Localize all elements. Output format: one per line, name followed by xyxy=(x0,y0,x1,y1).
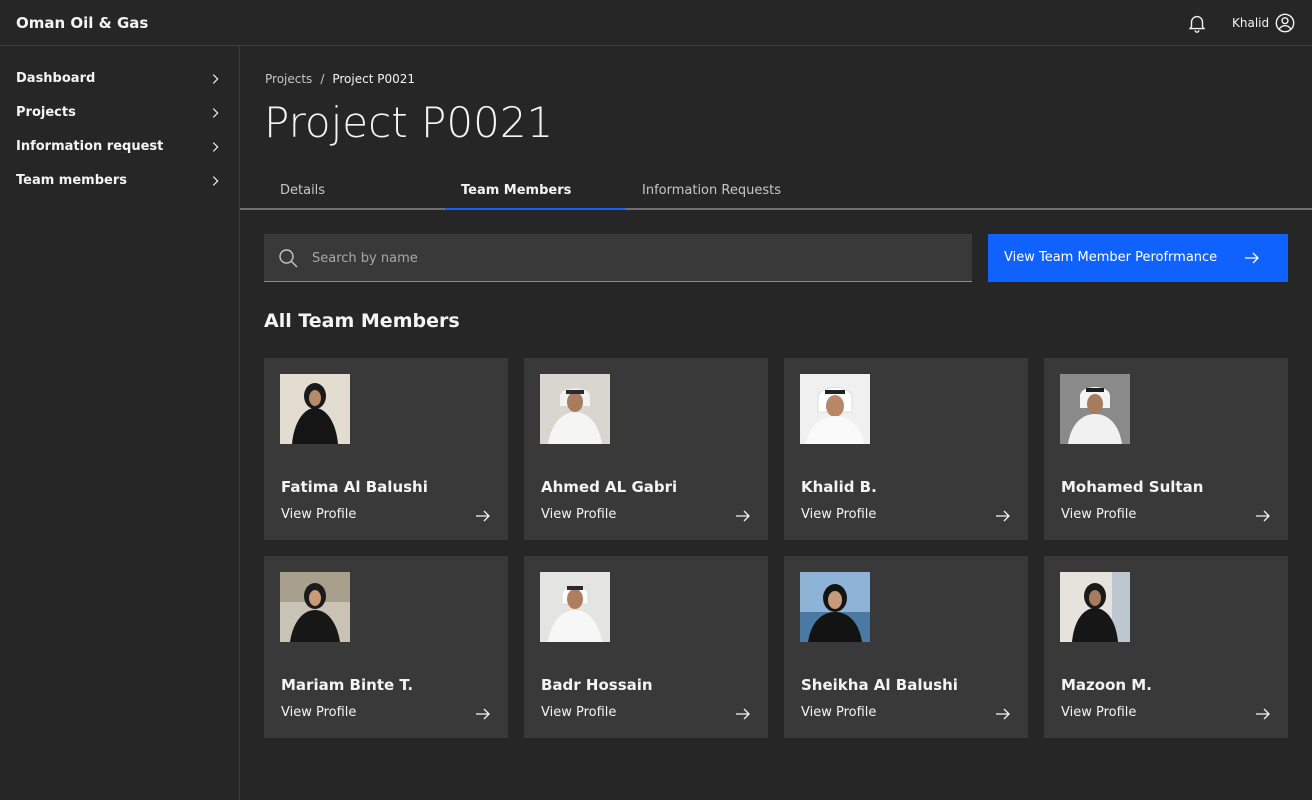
breadcrumb: Projects / Project P0021 xyxy=(265,72,415,86)
arrow-right-icon xyxy=(476,708,490,720)
page-title: Project P0021 xyxy=(264,98,554,147)
breadcrumb-current: Project P0021 xyxy=(332,72,416,86)
arrow-right-icon xyxy=(996,510,1010,522)
member-name: Fatima Al Balushi xyxy=(281,478,428,496)
member-name: Badr Hossain xyxy=(541,676,653,694)
sidebar-item-team-members[interactable]: Team members xyxy=(0,164,239,198)
view-profile-link[interactable]: View Profile xyxy=(541,705,616,720)
view-profile-link[interactable]: View Profile xyxy=(281,507,356,522)
view-team-member-performance-button[interactable]: View Team Member Perofrmance xyxy=(988,234,1288,282)
top-bar: Oman Oil & Gas Khalid xyxy=(0,0,1312,46)
user-avatar-icon[interactable] xyxy=(1274,12,1296,34)
sidebar-item-label: Team members xyxy=(16,173,127,188)
chevron-right-icon xyxy=(212,142,219,152)
member-card[interactable]: Mohamed Sultan View Profile xyxy=(1044,358,1288,540)
arrow-right-icon xyxy=(1256,708,1270,720)
member-photo xyxy=(280,572,350,642)
member-name: Ahmed AL Gabri xyxy=(541,478,678,496)
tab-team-members[interactable]: Team Members xyxy=(445,170,625,210)
member-photo xyxy=(540,374,610,444)
user-name[interactable]: Khalid xyxy=(1232,16,1269,30)
member-card[interactable]: Khalid B. View Profile xyxy=(784,358,1028,540)
member-photo xyxy=(800,374,870,444)
view-profile-link[interactable]: View Profile xyxy=(801,507,876,522)
member-name: Khalid B. xyxy=(801,478,877,496)
notification-bell-icon[interactable] xyxy=(1186,12,1208,34)
search-input[interactable] xyxy=(312,234,952,282)
sidebar-item-projects[interactable]: Projects xyxy=(0,96,239,130)
member-photo xyxy=(540,572,610,642)
sidebar-item-label: Information request xyxy=(16,139,164,154)
arrow-right-icon xyxy=(1256,510,1270,522)
arrow-right-icon xyxy=(736,708,750,720)
member-name: Mohamed Sultan xyxy=(1061,478,1204,496)
member-card[interactable]: Fatima Al Balushi View Profile xyxy=(264,358,508,540)
breadcrumb-projects-link[interactable]: Projects xyxy=(265,72,312,86)
sidebar: Dashboard Projects Information request T… xyxy=(0,46,240,800)
member-card[interactable]: Mazoon M. View Profile xyxy=(1044,556,1288,738)
arrow-right-icon xyxy=(476,510,490,522)
sidebar-item-label: Projects xyxy=(16,105,76,120)
member-photo xyxy=(800,572,870,642)
member-card[interactable]: Ahmed AL Gabri View Profile xyxy=(524,358,768,540)
chevron-right-icon xyxy=(212,74,219,84)
member-photo xyxy=(1060,374,1130,444)
chevron-right-icon xyxy=(212,176,219,186)
breadcrumb-separator: / xyxy=(320,72,325,86)
arrow-right-icon xyxy=(736,510,750,522)
sidebar-item-dashboard[interactable]: Dashboard xyxy=(0,62,239,96)
member-photo xyxy=(1060,572,1130,642)
view-profile-link[interactable]: View Profile xyxy=(281,705,356,720)
member-photo xyxy=(280,374,350,444)
member-card[interactable]: Sheikha Al Balushi View Profile xyxy=(784,556,1028,738)
section-title: All Team Members xyxy=(264,310,460,332)
chevron-right-icon xyxy=(212,108,219,118)
search-box xyxy=(264,234,972,282)
app-title[interactable]: Oman Oil & Gas xyxy=(16,14,148,32)
member-name: Sheikha Al Balushi xyxy=(801,676,958,694)
sidebar-item-label: Dashboard xyxy=(16,71,96,86)
tab-details[interactable]: Details xyxy=(280,170,460,210)
member-card[interactable]: Badr Hossain View Profile xyxy=(524,556,768,738)
view-profile-link[interactable]: View Profile xyxy=(1061,705,1136,720)
view-profile-link[interactable]: View Profile xyxy=(801,705,876,720)
tab-information-requests[interactable]: Information Requests xyxy=(642,170,842,210)
tab-bar: Details Team Members Information Request… xyxy=(240,170,1312,210)
arrow-right-icon xyxy=(996,708,1010,720)
view-profile-link[interactable]: View Profile xyxy=(541,507,616,522)
member-name: Mariam Binte T. xyxy=(281,676,414,694)
search-icon xyxy=(279,249,298,268)
arrow-right-icon xyxy=(1245,252,1259,264)
member-name: Mazoon M. xyxy=(1061,676,1152,694)
performance-button-label: View Team Member Perofrmance xyxy=(1004,250,1218,265)
member-card[interactable]: Mariam Binte T. View Profile xyxy=(264,556,508,738)
view-profile-link[interactable]: View Profile xyxy=(1061,507,1136,522)
sidebar-item-information-request[interactable]: Information request xyxy=(0,130,239,164)
